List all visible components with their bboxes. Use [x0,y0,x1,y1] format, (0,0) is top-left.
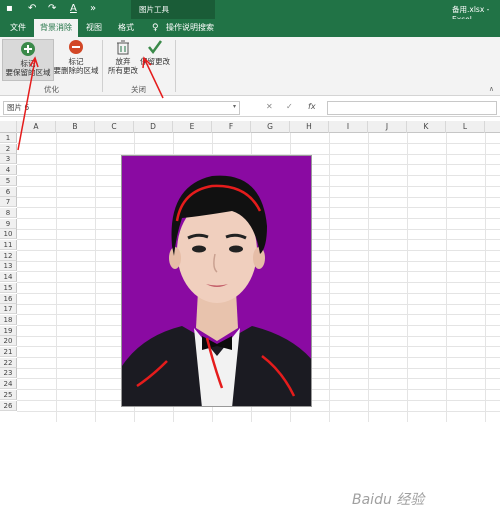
select-all-corner[interactable] [0,121,17,133]
group-close-label: 关闭 [131,85,146,94]
row-gridline [17,143,500,144]
lightbulb-icon: ♀ [152,23,159,33]
tab-format[interactable]: 格式 [112,19,140,37]
row-header[interactable]: 3 [0,154,17,165]
column-gridline [407,133,408,422]
mark-remove-button[interactable]: 标记 要删除的区域 [52,39,100,75]
formula-buttons: ✕ ✓ fx [258,101,324,115]
portrait-photo[interactable] [121,155,312,407]
column-headers: A B C D E F G H I J K L [0,121,500,133]
column-header[interactable]: B [56,121,95,133]
column-header[interactable]: E [173,121,212,133]
row-header[interactable]: 2 [0,143,17,154]
row-header[interactable]: 26 [0,400,17,411]
column-header[interactable]: F [212,121,251,133]
font-color-icon[interactable]: A [70,3,77,15]
function-icon[interactable]: fx [308,102,316,111]
portrait-image [122,156,311,406]
keep-changes-button[interactable]: 保留更改 [138,39,172,66]
row-header[interactable]: 22 [0,357,17,368]
cancel-icon[interactable]: ✕ [266,102,273,111]
column-header[interactable]: G [251,121,290,133]
row-header[interactable]: 23 [0,368,17,379]
row-header[interactable]: 6 [0,186,17,197]
worksheet-grid[interactable]: A B C D E F G H I J K L 1 2 3 4 5 6 7 8 9 10 11 12 1… [0,121,500,508]
row-header[interactable]: 8 [0,207,17,218]
picture-tools-context: 图片工具 [131,0,215,19]
column-header[interactable]: J [368,121,407,133]
formula-bar: 图片 6 ▾ ✕ ✓ fx [0,99,500,117]
group-optimize-label: 优化 [44,85,59,94]
collapse-ribbon-icon[interactable]: ∧ [489,85,494,93]
row-header[interactable]: 25 [0,389,17,400]
discard-icon [117,40,129,55]
row-header[interactable]: 13 [0,261,17,272]
mark-keep-button[interactable]: 标记 要保留的区域 [2,39,54,81]
tab-file[interactable]: 文件 [4,19,32,37]
plus-icon [21,42,35,56]
mark-remove-label: 标记 要删除的区域 [53,57,99,75]
column-header[interactable]: A [17,121,56,133]
column-gridline [485,133,486,422]
row-header[interactable]: 10 [0,229,17,240]
row-header[interactable]: 7 [0,197,17,208]
row-header[interactable]: 20 [0,336,17,347]
discard-changes-button[interactable]: 放弃 所有更改 [106,39,140,75]
column-header[interactable]: D [134,121,173,133]
row-header[interactable]: 18 [0,314,17,325]
name-box-dropdown-icon[interactable]: ▾ [233,103,236,110]
enter-icon[interactable]: ✓ [286,102,293,111]
ribbon-tabs: 文件 背景消除 视图 格式 ♀ 操作说明搜索 [0,19,500,37]
title-bar: ▪ ↶ ↷ A » 图片工具 备用.xlsx - Excel [0,0,500,24]
column-gridline [446,133,447,422]
row-header[interactable]: 24 [0,379,17,390]
row-header[interactable]: 11 [0,240,17,250]
row-header[interactable]: 1 [0,133,17,143]
mark-keep-label: 标记 要保留的区域 [5,59,51,77]
row-header[interactable]: 12 [0,250,17,261]
row-gridline [17,410,500,412]
column-gridline [329,133,330,422]
ribbon-separator [175,40,176,92]
row-header[interactable]: 9 [0,218,17,229]
tools-context-label: 图片工具 [139,5,169,14]
column-header[interactable]: L [446,121,485,133]
formula-input[interactable] [327,101,497,115]
row-header[interactable]: 14 [0,272,17,283]
watermark: Baidu 经验 [352,492,425,508]
column-gridline [95,133,96,422]
checkmark-icon [148,40,163,55]
row-header[interactable]: 21 [0,347,17,357]
column-gridline [56,133,57,422]
keep-changes-label: 保留更改 [140,57,170,66]
column-header[interactable]: K [407,121,446,133]
row-header[interactable]: 17 [0,304,17,315]
redo-icon[interactable]: ↷ [48,3,56,15]
tell-me-search[interactable]: 操作说明搜索 [160,19,220,37]
discard-label: 放弃 所有更改 [108,57,138,75]
customize-toolbar-icon[interactable]: » [90,3,96,15]
ribbon-separator [102,40,103,92]
undo-icon[interactable]: ↶ [28,3,36,15]
column-gridline [368,133,369,422]
ribbon: 标记 要保留的区域 标记 要删除的区域 优化 放弃 所有更改 保留更改 关闭 ∧ [0,37,500,96]
name-box[interactable]: 图片 6 [3,101,240,115]
row-header[interactable]: 15 [0,282,17,293]
save-icon[interactable]: ▪ [6,3,13,15]
row-header[interactable]: 4 [0,165,17,176]
row-header[interactable]: 16 [0,293,17,304]
column-header[interactable]: H [290,121,329,133]
row-header[interactable]: 19 [0,325,17,336]
tab-view[interactable]: 视图 [80,19,108,37]
minus-icon [69,40,83,54]
tab-background-removal[interactable]: 背景消除 [34,19,78,37]
column-header[interactable]: I [329,121,368,133]
row-header[interactable]: 5 [0,175,17,186]
column-header[interactable]: C [95,121,134,133]
